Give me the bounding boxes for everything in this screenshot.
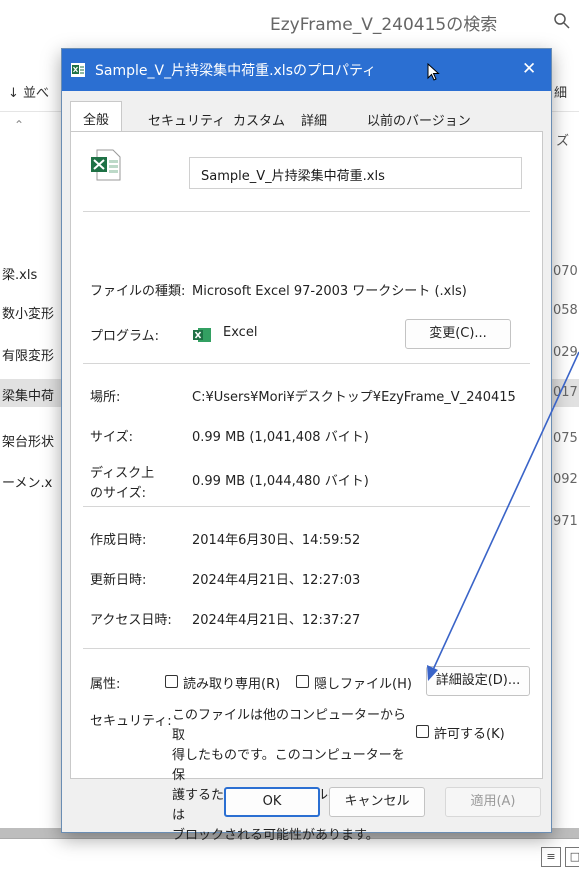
hidden-checkbox-label[interactable]: 隠しファイル(H) bbox=[314, 673, 412, 692]
security-message-line: 得したものです。このコンピューターを保 bbox=[172, 748, 405, 783]
advanced-button[interactable]: 詳細設定(D)... bbox=[426, 666, 530, 696]
disk-size-value: 0.99 MB (1,044,480 バイト) bbox=[192, 474, 369, 489]
readonly-checkbox-label[interactable]: 読み取り専用(R) bbox=[183, 673, 280, 692]
file-row-name: ーメン.x bbox=[2, 476, 53, 491]
location-value: C:¥Users¥Mori¥デスクトップ¥EzyFrame_V_240415 bbox=[192, 390, 516, 405]
file-row-name: 有限変形 bbox=[2, 349, 55, 364]
disk-size-label-2: のサイズ: bbox=[90, 486, 146, 501]
location-label: 場所: bbox=[90, 390, 121, 405]
excel-file-icon bbox=[91, 149, 121, 181]
file-row-name: 梁.xls bbox=[2, 268, 38, 283]
size-value: 0.99 MB (1,041,408 バイト) bbox=[192, 430, 369, 445]
explorer-search-input[interactable]: EzyFrame_V_240415の検索 bbox=[270, 10, 497, 35]
created-value: 2014年6月30日、14:59:52 bbox=[192, 533, 361, 548]
excel-app-icon bbox=[193, 328, 211, 342]
details-button[interactable]: 細 bbox=[554, 82, 567, 101]
security-message-line: ブロックされる可能性があります。 bbox=[172, 828, 379, 843]
file-row-size: 017 bbox=[553, 385, 578, 400]
general-panel: Sample_V_片持梁集中荷重.xls ファイルの種類: Microsoft … bbox=[70, 131, 543, 843]
file-type-label: ファイルの種類: bbox=[90, 284, 186, 299]
accessed-label: アクセス日時: bbox=[90, 613, 172, 628]
allow-checkbox[interactable] bbox=[416, 725, 429, 738]
filename-field[interactable]: Sample_V_片持梁集中荷重.xls bbox=[189, 157, 522, 189]
program-label: プログラム: bbox=[90, 329, 159, 344]
allow-checkbox-label[interactable]: 許可する(K) bbox=[434, 723, 505, 742]
tab-bar: 全般 セキュリティ カスタム 詳細 以前のバージョン bbox=[70, 101, 545, 132]
modified-value: 2024年4月21日、12:27:03 bbox=[192, 573, 361, 588]
cancel-button[interactable]: キャンセル bbox=[329, 787, 425, 817]
disk-size-label: ディスク上 bbox=[90, 466, 155, 481]
apply-button[interactable]: 適用(A) bbox=[445, 787, 541, 817]
divider bbox=[83, 648, 530, 649]
sort-button[interactable]: ↓ 並べ bbox=[8, 82, 49, 101]
close-icon[interactable]: ✕ bbox=[522, 59, 536, 79]
file-row-size: 075 bbox=[553, 431, 578, 446]
created-label: 作成日時: bbox=[90, 533, 147, 548]
security-label: セキュリティ: bbox=[90, 714, 172, 729]
dialog-title: Sample_V_片持梁集中荷重.xlsのプロパティ bbox=[95, 63, 377, 79]
ok-button[interactable]: OK bbox=[224, 787, 320, 817]
tab-custom[interactable]: カスタム bbox=[233, 105, 285, 131]
explorer-titlebar: EzyFrame_V_240415の検索 bbox=[0, 0, 579, 40]
excel-file-icon bbox=[71, 63, 85, 77]
search-icon[interactable] bbox=[553, 12, 571, 30]
accessed-value: 2024年4月21日、12:37:27 bbox=[192, 613, 361, 628]
dialog-titlebar[interactable]: Sample_V_片持梁集中荷重.xlsのプロパティ ✕ bbox=[62, 49, 551, 91]
program-value: Excel bbox=[223, 325, 258, 340]
file-row-name: 架台形状 bbox=[2, 435, 55, 450]
file-row-size: 029 bbox=[553, 345, 578, 360]
details-view-icon[interactable]: ≡ bbox=[541, 847, 561, 867]
mouse-cursor-icon bbox=[427, 63, 440, 81]
divider bbox=[83, 363, 530, 364]
file-row-size: 092 bbox=[553, 472, 578, 487]
change-program-button[interactable]: 変更(C)... bbox=[405, 319, 511, 349]
hidden-checkbox[interactable] bbox=[296, 675, 309, 688]
readonly-checkbox[interactable] bbox=[165, 675, 178, 688]
tab-general[interactable]: 全般 bbox=[70, 101, 123, 132]
security-message: このファイルは他のコンピューターから取 得したものです。このコンピューターを保 … bbox=[172, 706, 412, 846]
size-column-header[interactable]: ズ bbox=[556, 130, 569, 149]
file-row-name: 数小変形 bbox=[2, 307, 55, 322]
tab-previous-versions[interactable]: 以前のバージョン bbox=[367, 105, 471, 131]
size-label: サイズ: bbox=[90, 430, 133, 445]
divider bbox=[83, 211, 530, 212]
tab-details[interactable]: 詳細 bbox=[301, 105, 327, 131]
tiles-view-icon[interactable]: □ bbox=[565, 847, 579, 867]
file-type-value: Microsoft Excel 97-2003 ワークシート (.xls) bbox=[192, 284, 467, 299]
attributes-label: 属性: bbox=[90, 677, 121, 692]
security-message-line: このファイルは他のコンピューターから取 bbox=[172, 708, 407, 743]
file-row-size: 058 bbox=[553, 303, 578, 318]
modified-label: 更新日時: bbox=[90, 573, 147, 588]
properties-dialog: Sample_V_片持梁集中荷重.xlsのプロパティ ✕ 全般 セキュリティ カ… bbox=[61, 48, 552, 843]
tab-security[interactable]: セキュリティ bbox=[148, 105, 225, 131]
collapse-icon[interactable]: ⌃ bbox=[14, 118, 24, 132]
file-row-size: 971 bbox=[553, 514, 578, 529]
file-row-size: 070 bbox=[553, 264, 578, 279]
divider bbox=[83, 506, 530, 507]
file-row-name: 梁集中荷 bbox=[2, 389, 55, 404]
